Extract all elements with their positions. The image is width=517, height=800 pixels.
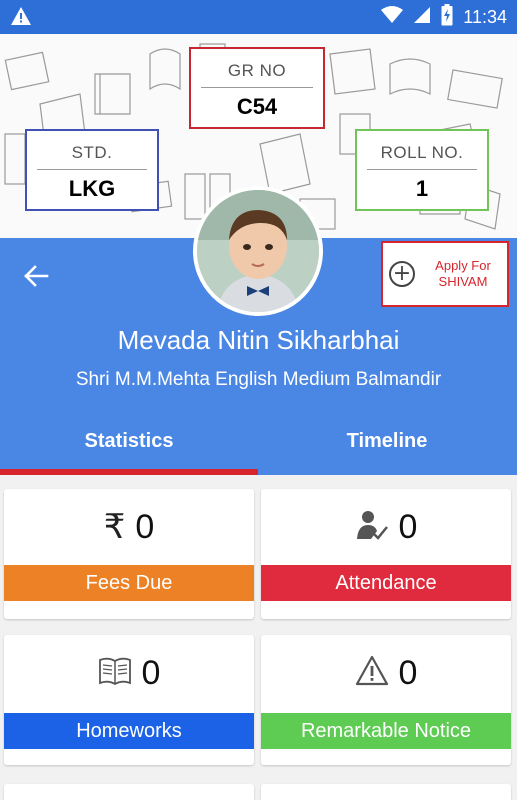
partial-card[interactable]: [4, 784, 254, 800]
gr-number-card: GR NO C54: [189, 47, 325, 129]
partial-card[interactable]: [261, 784, 511, 800]
fees-due-card[interactable]: ₹ 0 Fees Due: [4, 489, 254, 619]
standard-card: STD. LKG: [25, 129, 159, 211]
apply-leave-button[interactable]: + Apply For SHIVAM: [381, 241, 509, 307]
apply-button-line2: SHIVAM: [438, 274, 488, 289]
battery-charging-icon: [441, 3, 453, 31]
tab-timeline[interactable]: Timeline: [258, 412, 516, 470]
status-bar: 11:34: [0, 0, 517, 34]
tab-statistics[interactable]: Statistics: [0, 412, 258, 470]
gr-number-label: GR NO: [227, 61, 287, 80]
remarkable-notice-card[interactable]: 0 Remarkable Notice: [261, 635, 511, 765]
divider: [37, 169, 147, 170]
standard-value: LKG: [68, 176, 116, 201]
signal-icon: [413, 6, 431, 29]
student-avatar: [193, 186, 323, 316]
attendance-card[interactable]: 0 Attendance: [261, 489, 511, 619]
rupee-icon: ₹: [103, 507, 126, 547]
roll-number-value: 1: [415, 176, 429, 201]
roll-number-label: ROLL NO.: [380, 143, 464, 162]
school-name: Shri M.M.Mehta English Medium Balmandir: [75, 369, 442, 390]
back-button[interactable]: [20, 260, 52, 292]
book-icon: [98, 656, 132, 691]
clock-time: 11:34: [463, 6, 507, 27]
divider: [367, 169, 477, 170]
warning-icon: [10, 6, 32, 31]
homeworks-label: Homeworks: [4, 713, 254, 749]
fees-due-label: Fees Due: [4, 565, 254, 601]
divider: [201, 87, 313, 88]
standard-label: STD.: [71, 143, 113, 162]
apply-button-label: Apply For SHIVAM: [415, 258, 507, 290]
attendance-label: Attendance: [261, 565, 511, 601]
student-name: Mevada Nitin Sikharbhai: [117, 325, 400, 355]
remarkable-notice-label: Remarkable Notice: [261, 713, 511, 749]
active-tab-indicator: [0, 469, 258, 475]
attendance-icon: [355, 509, 389, 546]
gr-number-value: C54: [236, 94, 278, 119]
add-circle-icon: +: [389, 261, 415, 287]
remarkable-notice-count: 0: [398, 653, 418, 692]
warning-icon: [355, 655, 389, 692]
fees-due-count: 0: [135, 507, 155, 546]
back-arrow-icon: [24, 265, 49, 287]
roll-number-card: ROLL NO. 1: [355, 129, 489, 211]
wifi-icon: [381, 5, 404, 29]
homeworks-card[interactable]: 0 Homeworks: [4, 635, 254, 765]
homeworks-count: 0: [141, 653, 161, 692]
attendance-count: 0: [398, 507, 418, 546]
apply-button-line1: Apply For: [435, 258, 491, 273]
